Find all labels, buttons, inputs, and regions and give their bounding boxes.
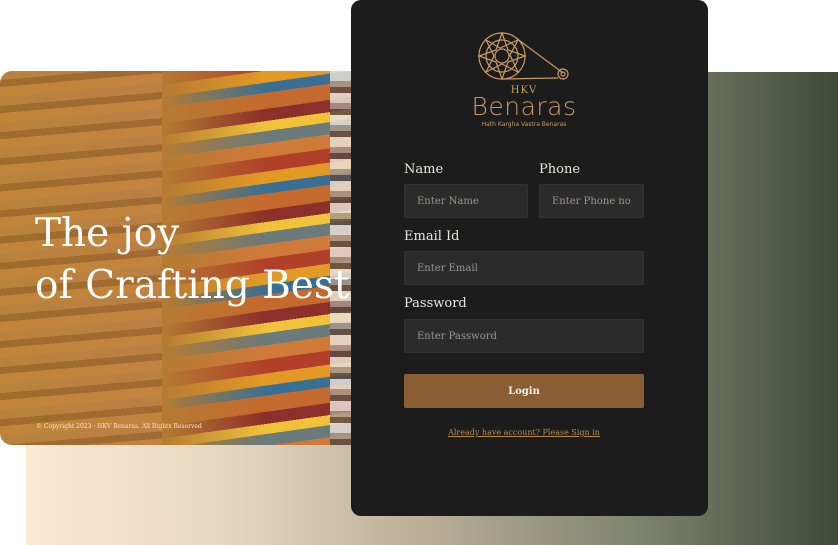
name-field-wrapper — [404, 184, 528, 218]
email-label: Email Id — [404, 229, 460, 244]
name-field[interactable] — [405, 185, 527, 217]
brand-name: Benaras — [471, 92, 577, 121]
name-label: Name — [404, 162, 444, 177]
phone-field-wrapper — [539, 184, 644, 218]
phone-label: Phone — [539, 162, 581, 177]
hero-title-line1: The joy — [35, 211, 180, 256]
signin-link[interactable]: Already have account? Please Sign in — [404, 428, 644, 437]
brand-tagline: Hath Kargha Vastra Benaras — [481, 121, 567, 128]
login-button[interactable]: Login — [404, 374, 644, 408]
hero-title-line2: of Crafting Best — [35, 263, 350, 308]
password-label: Password — [404, 296, 467, 311]
email-field[interactable] — [405, 252, 643, 284]
password-field[interactable] — [405, 320, 643, 352]
password-field-wrapper — [404, 319, 644, 353]
email-field-wrapper — [404, 251, 644, 285]
copyright-text: © Copyright 2023 · HKV Benaras. All Righ… — [36, 423, 202, 430]
hero-title: The joy of Crafting Best — [35, 208, 350, 312]
phone-field[interactable] — [540, 185, 643, 217]
